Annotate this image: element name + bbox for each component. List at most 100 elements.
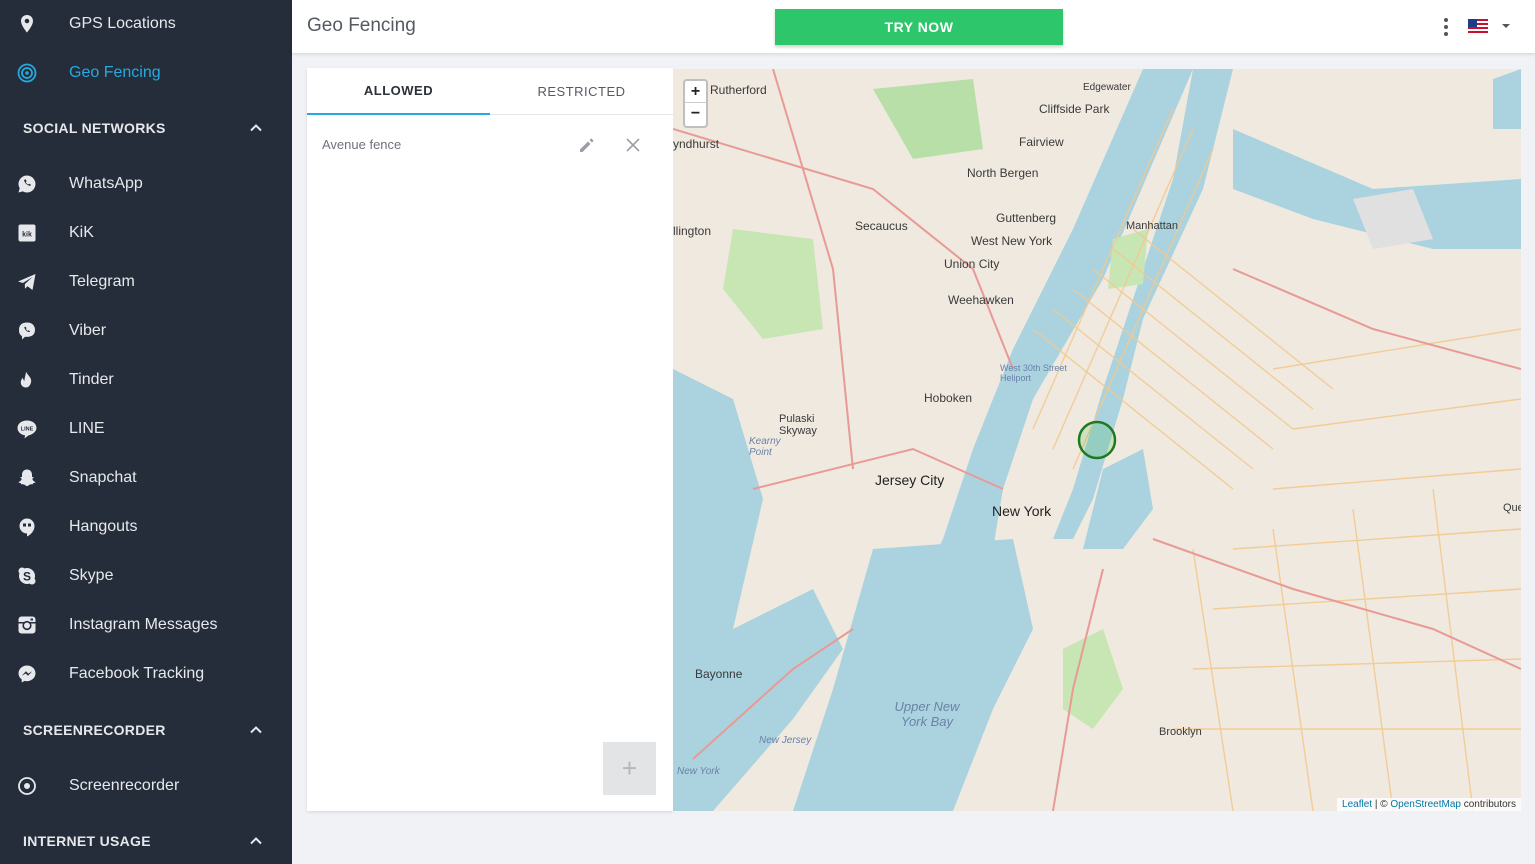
svg-text:LINE: LINE — [21, 427, 34, 433]
map-label: Secaucus — [855, 219, 908, 233]
chevron-up-icon — [250, 726, 262, 734]
map-label: Pulaski Skyway — [779, 413, 817, 437]
zoom-control: + − — [683, 79, 708, 128]
map-label: Fairview — [1019, 135, 1064, 149]
sidebar-item-line[interactable]: LINE LINE — [0, 407, 292, 451]
more-vert-icon[interactable] — [1438, 16, 1454, 38]
map-label: Que — [1503, 502, 1521, 514]
map-label: New York — [677, 766, 720, 777]
tab-restricted[interactable]: RESTRICTED — [490, 68, 673, 115]
sidebar-item-label: Viber — [69, 322, 107, 339]
map-label: yndhurst — [673, 137, 720, 151]
map-label: Weehawken — [948, 293, 1014, 307]
map-view[interactable]: Rutherford Edgewater Cliffside Park Fair… — [673, 69, 1521, 811]
map-label: New Jersey — [759, 735, 812, 746]
section-internet-usage[interactable]: INTERNET USAGE — [0, 821, 292, 861]
map-label: North Bergen — [967, 166, 1039, 180]
sidebar-item-tinder[interactable]: Tinder — [0, 358, 292, 402]
edit-pencil-icon[interactable] — [577, 135, 597, 155]
try-now-button[interactable]: TRY NOW — [775, 9, 1063, 45]
attribution-contributors: contributors — [1460, 799, 1516, 810]
attribution-separator: | © — [1372, 799, 1391, 810]
fence-list-panel: ALLOWED RESTRICTED Avenue fence + — [307, 68, 673, 811]
sidebar-item-label: LINE — [69, 420, 105, 437]
tab-allowed[interactable]: ALLOWED — [307, 68, 490, 115]
snapchat-icon — [16, 467, 38, 489]
sidebar-item-hangouts[interactable]: Hangouts — [0, 505, 292, 549]
sidebar-item-viber[interactable]: Viber — [0, 309, 292, 353]
map-label: llington — [673, 224, 712, 238]
map-label: Jersey City — [875, 472, 945, 488]
section-social-networks[interactable]: SOCIAL NETWORKS — [0, 108, 292, 148]
chevron-down-icon[interactable] — [1500, 20, 1512, 32]
svg-text:S: S — [23, 570, 31, 584]
sidebar-item-instagram-messages[interactable]: Instagram Messages — [0, 603, 292, 647]
section-title: INTERNET USAGE — [23, 833, 151, 849]
map-label: Bayonne — [695, 667, 743, 681]
map-label: New York — [992, 503, 1052, 519]
section-screenrecorder[interactable]: SCREENRECORDER — [0, 710, 292, 750]
map-label: Hoboken — [924, 391, 973, 405]
sidebar-item-label: Tinder — [69, 371, 114, 388]
viber-icon — [16, 320, 38, 342]
zoom-out-button[interactable]: − — [685, 103, 706, 125]
us-flag-icon[interactable] — [1468, 19, 1488, 33]
instagram-icon — [16, 614, 38, 636]
sidebar-item-label: Telegram — [69, 273, 135, 290]
svg-text:kik: kik — [22, 232, 32, 239]
fence-name: Avenue fence — [322, 137, 402, 152]
sidebar-item-facebook-tracking[interactable]: Facebook Tracking — [0, 652, 292, 696]
kik-icon: kik — [16, 222, 38, 244]
sidebar-item-screenrecorder[interactable]: Screenrecorder — [0, 764, 292, 808]
page-title: Geo Fencing — [307, 15, 416, 36]
top-header: Geo Fencing TRY NOW — [292, 0, 1535, 54]
map-pin-icon — [16, 13, 38, 35]
map-label: Guttenberg — [996, 211, 1057, 225]
sidebar-item-label: Screenrecorder — [69, 777, 180, 794]
sidebar-item-skype[interactable]: S Skype — [0, 554, 292, 598]
map-label: Rutherford — [710, 83, 767, 97]
map-label: West 30th Street Heliport — [1000, 363, 1067, 383]
map-label: Brooklyn — [1159, 726, 1202, 738]
map-label: Edgewater — [1083, 82, 1131, 93]
map-label: Cliffside Park — [1039, 102, 1110, 116]
sidebar-item-label: Instagram Messages — [69, 616, 218, 633]
geofence-circle[interactable] — [1077, 420, 1117, 460]
sidebar-item-whatsapp[interactable]: WhatsApp — [0, 162, 292, 206]
record-icon — [16, 775, 38, 797]
fence-tabs: ALLOWED RESTRICTED — [307, 68, 673, 115]
chevron-up-icon — [250, 837, 262, 845]
hangouts-icon — [16, 516, 38, 538]
tinder-icon — [16, 369, 38, 391]
sidebar-item-telegram[interactable]: Telegram — [0, 260, 292, 304]
sidebar-item-label: WhatsApp — [69, 175, 143, 192]
whatsapp-icon — [16, 173, 38, 195]
sidebar-item-label: KiK — [69, 224, 94, 241]
zoom-in-button[interactable]: + — [685, 81, 706, 103]
sidebar-item-label: Skype — [69, 567, 114, 584]
map-tiles — [673, 69, 1521, 811]
leaflet-link[interactable]: Leaflet — [1342, 799, 1372, 810]
sidebar-item-label: GPS Locations — [69, 15, 176, 32]
sidebar-item-snapchat[interactable]: Snapchat — [0, 456, 292, 500]
line-icon: LINE — [16, 418, 38, 440]
skype-icon: S — [16, 565, 38, 587]
map-label: Upper New York Bay — [894, 699, 960, 729]
sidebar-item-label: Facebook Tracking — [69, 665, 205, 682]
close-icon[interactable] — [624, 136, 642, 154]
sidebar-item-geo-fencing[interactable]: Geo Fencing — [0, 51, 292, 95]
section-title: SCREENRECORDER — [23, 722, 166, 738]
sidebar-item-gps-locations[interactable]: GPS Locations — [0, 2, 292, 46]
add-fence-button[interactable]: + — [603, 742, 656, 795]
messenger-icon — [16, 663, 38, 685]
map-label: Manhattan — [1126, 220, 1178, 232]
map-label: Kearny Point — [749, 436, 781, 458]
section-title: SOCIAL NETWORKS — [23, 120, 166, 136]
sidebar: GPS Locations Geo Fencing SOCIAL NETWORK… — [0, 0, 292, 864]
list-item[interactable]: Avenue fence — [307, 124, 673, 164]
osm-link[interactable]: OpenStreetMap — [1390, 799, 1461, 810]
sidebar-item-kik[interactable]: kik KiK — [0, 211, 292, 255]
telegram-icon — [16, 271, 38, 293]
geofence-target-icon — [16, 62, 38, 84]
map-attribution: Leaflet | © OpenStreetMap contributors — [1337, 798, 1521, 811]
